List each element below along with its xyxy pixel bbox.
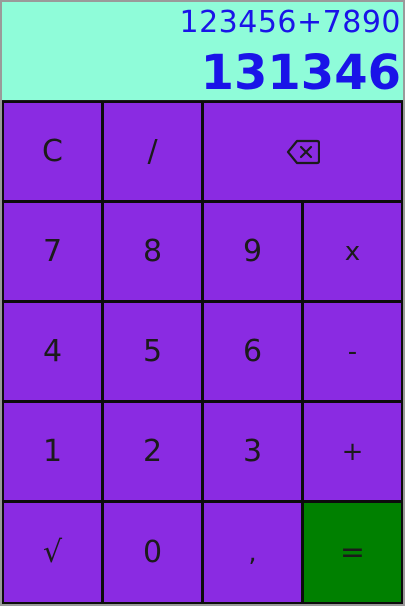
expression-text: 123456+7890 <box>179 5 401 40</box>
backspace-button[interactable] <box>204 103 401 200</box>
minus-button[interactable]: - <box>304 303 401 400</box>
decimal-comma-button[interactable]: , <box>204 503 301 602</box>
calculator: 123456+7890 131346 C / 7 8 9 x 4 5 6 - 1… <box>0 0 405 606</box>
backspace-icon <box>286 139 320 165</box>
digit-2-button[interactable]: 2 <box>104 403 201 500</box>
digit-7-button[interactable]: 7 <box>4 203 101 300</box>
divide-button[interactable]: / <box>104 103 201 200</box>
display-panel: 123456+7890 131346 <box>2 2 403 101</box>
digit-4-button[interactable]: 4 <box>4 303 101 400</box>
multiply-button[interactable]: x <box>304 203 401 300</box>
plus-button[interactable]: + <box>304 403 401 500</box>
clear-button[interactable]: C <box>4 103 101 200</box>
equals-button[interactable]: = <box>304 503 401 602</box>
digit-3-button[interactable]: 3 <box>204 403 301 500</box>
digit-1-button[interactable]: 1 <box>4 403 101 500</box>
digit-0-button[interactable]: 0 <box>104 503 201 602</box>
digit-9-button[interactable]: 9 <box>204 203 301 300</box>
digit-8-button[interactable]: 8 <box>104 203 201 300</box>
digit-5-button[interactable]: 5 <box>104 303 201 400</box>
digit-6-button[interactable]: 6 <box>204 303 301 400</box>
result-text: 131346 <box>200 45 401 101</box>
square-root-button[interactable]: √ <box>4 503 101 602</box>
